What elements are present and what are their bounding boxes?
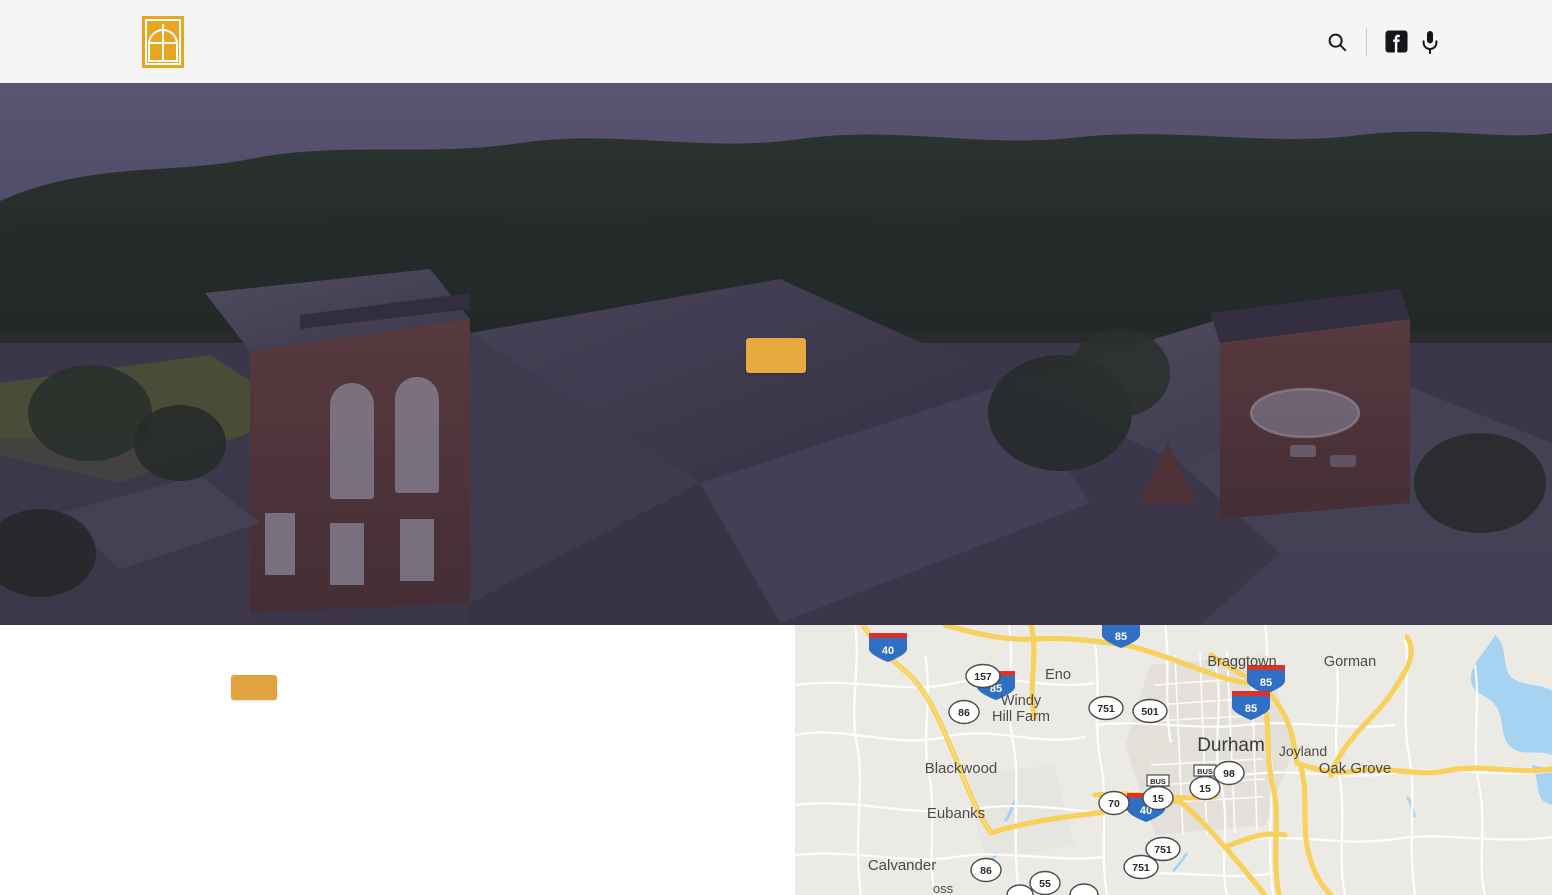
route-marker-98b: 98: [1213, 760, 1245, 786]
svg-text:751: 751: [1097, 703, 1115, 715]
svg-text:86: 86: [958, 707, 970, 719]
svg-text:751: 751: [1154, 844, 1172, 856]
svg-text:85: 85: [1115, 631, 1127, 643]
map-label-oak-grove: Oak Grove: [1319, 760, 1392, 777]
svg-text:85: 85: [1260, 677, 1272, 689]
route-marker-86a: 86: [948, 699, 980, 725]
map-label-joyland: Joyland: [1279, 743, 1327, 759]
svg-text:501: 501: [1141, 706, 1159, 718]
map-label-durham: Durham: [1197, 735, 1265, 756]
facebook-icon[interactable]: [1385, 30, 1420, 53]
map-canvas: 40 85 85 85 85 40 86 86 751 751 501 157 …: [795, 625, 1552, 895]
church-info-panel: [0, 625, 795, 895]
svg-text:98: 98: [1223, 768, 1235, 780]
route-marker-157: 157: [965, 663, 1001, 689]
hero-content: [0, 83, 1552, 625]
route-marker-55: 55: [1029, 870, 1061, 895]
location-section: 40 85 85 85 85 40 86 86 751 751 501 157 …: [0, 625, 1552, 895]
search-icon[interactable]: [1326, 31, 1348, 53]
route-marker-751-lower: 751: [1123, 854, 1159, 880]
map-label-braggtown: Braggtown: [1207, 654, 1276, 670]
route-marker-501: 501: [1132, 698, 1168, 724]
svg-text:85: 85: [1245, 703, 1257, 715]
header-tools: [1326, 0, 1440, 83]
microphone-icon[interactable]: [1420, 30, 1440, 54]
map-label-eno: Eno: [1045, 667, 1071, 683]
tools-divider: [1366, 27, 1367, 56]
map-label-windy: Windy: [1001, 693, 1042, 709]
location-map[interactable]: 40 85 85 85 85 40 86 86 751 751 501 157 …: [795, 625, 1552, 895]
map-label-oss: oss: [933, 881, 954, 895]
route-marker-15-bus-left: BUS 15: [1142, 774, 1174, 811]
svg-text:15: 15: [1199, 783, 1211, 795]
svg-text:70: 70: [1108, 798, 1120, 810]
site-header: [0, 0, 1552, 83]
route-marker-70c: 70: [1098, 790, 1130, 816]
map-label-blackwood: Blackwood: [925, 760, 998, 777]
svg-text:157: 157: [974, 671, 992, 683]
map-label-hill-farm: Hill Farm: [992, 709, 1050, 725]
route-marker-86b: 86: [970, 857, 1002, 883]
map-label-eubanks: Eubanks: [927, 805, 985, 822]
address-row: [146, 667, 795, 700]
map-label-calvander: Calvander: [868, 857, 936, 874]
directions-button[interactable]: [231, 675, 277, 700]
svg-text:86: 86: [980, 865, 992, 877]
svg-text:751: 751: [1132, 862, 1150, 874]
svg-text:40: 40: [882, 645, 894, 657]
svg-text:15: 15: [1152, 793, 1164, 805]
svg-text:55: 55: [1039, 878, 1051, 890]
route-marker-751a: 751: [1088, 695, 1124, 721]
svg-text:BUS: BUS: [1150, 777, 1166, 786]
what-to-expect-button[interactable]: [746, 338, 806, 374]
brand-logo-link[interactable]: [142, 15, 198, 68]
map-label-gorman: Gorman: [1324, 654, 1376, 670]
hero-section: [0, 83, 1552, 625]
svg-text:BUS: BUS: [1197, 767, 1213, 776]
church-window-cross-logo-icon: [142, 15, 184, 68]
